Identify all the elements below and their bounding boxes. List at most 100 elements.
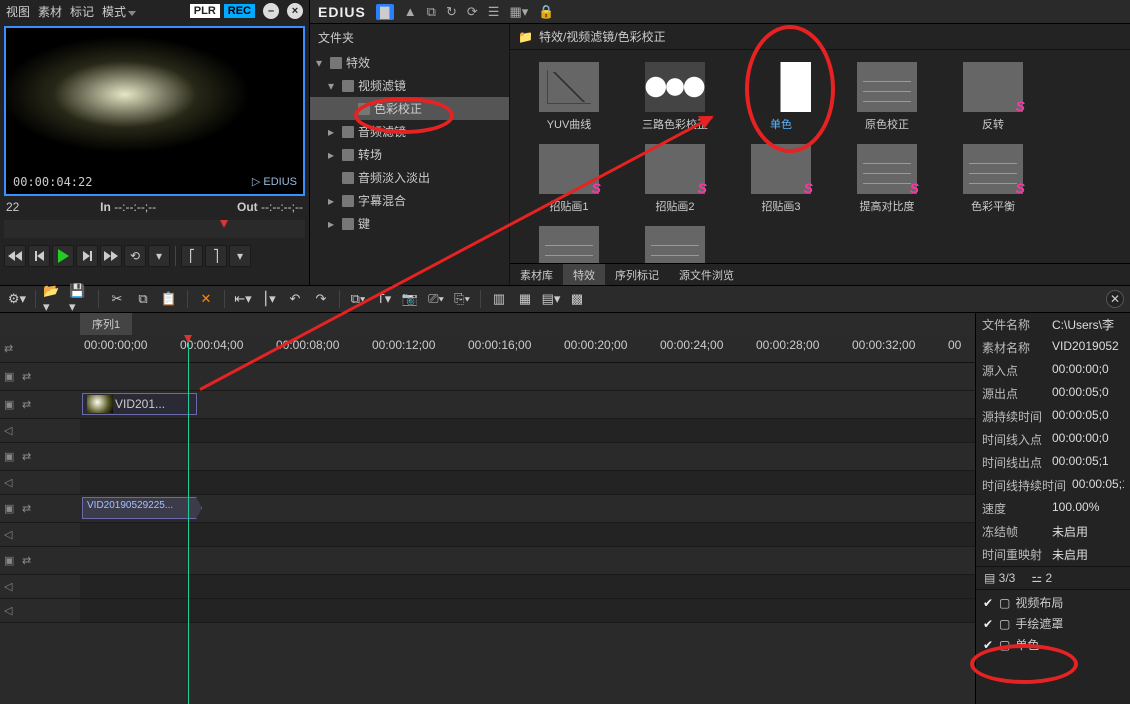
- effects-grid: YUV曲线三路色彩校正单色原色校正S反转 S招贴画1S招贴画2S招贴画3S提高对比…: [510, 50, 1130, 263]
- effect-card[interactable]: S褐色1: [520, 224, 618, 263]
- video-preview[interactable]: 00:00:04:22 ▷ EDIUS: [4, 26, 305, 196]
- grid3-button[interactable]: ▤▾: [540, 288, 562, 310]
- step-fwd-button[interactable]: [76, 245, 98, 267]
- split-button[interactable]: ⎮▾: [258, 288, 280, 310]
- property-row: 源出点00:00:05;0: [976, 382, 1130, 405]
- mark-out-button[interactable]: ⎤: [205, 245, 227, 267]
- minimize-button[interactable]: –: [263, 3, 279, 19]
- audio-clip[interactable]: VID20190529225...: [82, 497, 202, 519]
- menu-view[interactable]: 视图: [6, 3, 30, 20]
- more2-button[interactable]: ▾: [229, 245, 251, 267]
- property-row: 文件名称C:\Users\李: [976, 313, 1130, 336]
- transport-controls: ⟲ ▾ ⎡ ⎤ ▾: [0, 240, 309, 272]
- page-indicator: ▤ 3/3: [984, 571, 1015, 585]
- effect-card[interactable]: YUV曲线: [520, 60, 618, 134]
- tree-item[interactable]: ▸键: [310, 212, 509, 235]
- effect-card[interactable]: 原色校正: [838, 60, 936, 134]
- swap-icon[interactable]: ⇄: [22, 398, 36, 412]
- property-row: 速度100.00%: [976, 497, 1130, 520]
- export-button[interactable]: ⎘▾: [451, 288, 473, 310]
- sequence-tab[interactable]: 序列1: [80, 313, 132, 335]
- settings-button[interactable]: ⚙▾: [6, 288, 28, 310]
- scrub-bar[interactable]: [4, 220, 305, 238]
- list-icon[interactable]: ☰: [488, 4, 500, 20]
- property-row: 素材名称VID2019052: [976, 336, 1130, 359]
- timeline-tracks[interactable]: 00:00:00;0000:00:04;0000:00:08;0000:00:1…: [80, 335, 975, 704]
- up-arrow-icon[interactable]: ▲: [404, 4, 417, 19]
- ripple-button[interactable]: ⇤▾: [232, 288, 254, 310]
- properties-panel: 文件名称C:\Users\李素材名称VID2019052源入点00:00:00;…: [975, 313, 1130, 704]
- tree-item[interactable]: 音频淡入淡出: [310, 166, 509, 189]
- lock-icon[interactable]: 🔒: [538, 4, 554, 20]
- play-button[interactable]: [52, 245, 74, 267]
- effect-card[interactable]: S招贴画1: [520, 142, 618, 216]
- effect-card[interactable]: S反转: [944, 60, 1042, 134]
- effect-card[interactable]: S招贴画2: [626, 142, 724, 216]
- panel-close-button[interactable]: ✕: [1106, 290, 1124, 308]
- applied-effect-row[interactable]: ✔▢手绘遮罩: [982, 615, 1124, 632]
- effect-card[interactable]: S色彩平衡: [944, 142, 1042, 216]
- rewind-button[interactable]: [4, 245, 26, 267]
- effect-card[interactable]: 单色: [732, 60, 830, 134]
- more-button[interactable]: ▾: [148, 245, 170, 267]
- timeline-toolbar: ⚙▾ 📂▾ 💾▾ ✂ ⧉ 📋 ✕ ⇤▾ ⎮▾ ↶ ↷ ⧉▾ T▾ 📷 ⎚▾ ⎘▾…: [0, 285, 1130, 313]
- time-ruler[interactable]: 00:00:00;0000:00:04;0000:00:08;0000:00:1…: [80, 335, 975, 363]
- menu-material[interactable]: 素材: [38, 3, 62, 20]
- property-row: 时间线出点00:00:05;1: [976, 451, 1130, 474]
- forward-button[interactable]: [100, 245, 122, 267]
- effect-card[interactable]: S褐色2: [626, 224, 724, 263]
- applied-effect-row[interactable]: ✔▢单色: [982, 636, 1124, 653]
- video-clip[interactable]: VID201...: [82, 393, 197, 415]
- delete-button[interactable]: ✕: [195, 288, 217, 310]
- text-button[interactable]: T▾: [373, 288, 395, 310]
- copy-button[interactable]: ⧉: [132, 288, 154, 310]
- grid-icon[interactable]: ▦▾: [509, 4, 528, 20]
- effect-card[interactable]: S招贴画3: [732, 142, 830, 216]
- swap-icon[interactable]: ⇄: [22, 554, 36, 568]
- effect-card[interactable]: 三路色彩校正: [626, 60, 724, 134]
- copy-icon[interactable]: ⧉: [427, 4, 436, 20]
- grid4-button[interactable]: ▩: [566, 288, 588, 310]
- effect-card[interactable]: S提高对比度: [838, 142, 936, 216]
- menu-mark[interactable]: 标记: [70, 3, 94, 20]
- tree-item[interactable]: ▸字幕混合: [310, 189, 509, 212]
- applied-effect-row[interactable]: ✔▢视频布局: [982, 594, 1124, 611]
- tab[interactable]: 源文件浏览: [669, 264, 744, 285]
- mark-in-button[interactable]: ⎡: [181, 245, 203, 267]
- menu-bar: 视图 素材 标记 模式 PLR REC – ×: [0, 0, 309, 22]
- app-title: EDIUS: [318, 4, 366, 20]
- tree-item[interactable]: 色彩校正: [310, 97, 509, 120]
- swap-icon[interactable]: ⇄: [22, 502, 36, 516]
- step-back-button[interactable]: [28, 245, 50, 267]
- group-button[interactable]: ⧉▾: [347, 288, 369, 310]
- tab[interactable]: 素材库: [510, 264, 563, 285]
- grid1-button[interactable]: ▥: [488, 288, 510, 310]
- playhead[interactable]: [188, 335, 189, 704]
- loop-button[interactable]: ⟲: [124, 245, 146, 267]
- snapshot-button[interactable]: 📷: [399, 288, 421, 310]
- refresh-icon[interactable]: ↻: [446, 4, 457, 20]
- swap-icon[interactable]: ⇄: [22, 450, 36, 464]
- tree-item[interactable]: ▸音频滤镜: [310, 120, 509, 143]
- rec-badge: REC: [224, 4, 255, 18]
- swap-icon[interactable]: ⇄: [4, 342, 18, 356]
- render-button[interactable]: ⎚▾: [425, 288, 447, 310]
- undo-button[interactable]: ↶: [284, 288, 306, 310]
- folder-icon[interactable]: ▇: [376, 4, 394, 20]
- cut-button[interactable]: ✂: [106, 288, 128, 310]
- folder-panel-title: 文件夹: [310, 24, 509, 51]
- tree-item[interactable]: ▾特效: [310, 51, 509, 74]
- open-button[interactable]: 📂▾: [43, 288, 65, 310]
- tab[interactable]: 序列标记: [605, 264, 669, 285]
- redo-button[interactable]: ↷: [310, 288, 332, 310]
- close-button[interactable]: ×: [287, 3, 303, 19]
- tree-item[interactable]: ▾视频滤镜: [310, 74, 509, 97]
- paste-button[interactable]: 📋: [158, 288, 180, 310]
- menu-mode[interactable]: 模式: [102, 3, 136, 20]
- swap-icon[interactable]: ⇄: [22, 370, 36, 384]
- tree-item[interactable]: ▸转场: [310, 143, 509, 166]
- sync-icon[interactable]: ⟳: [467, 4, 478, 20]
- grid2-button[interactable]: ▦: [514, 288, 536, 310]
- tab[interactable]: 特效: [563, 264, 605, 285]
- save-button[interactable]: 💾▾: [69, 288, 91, 310]
